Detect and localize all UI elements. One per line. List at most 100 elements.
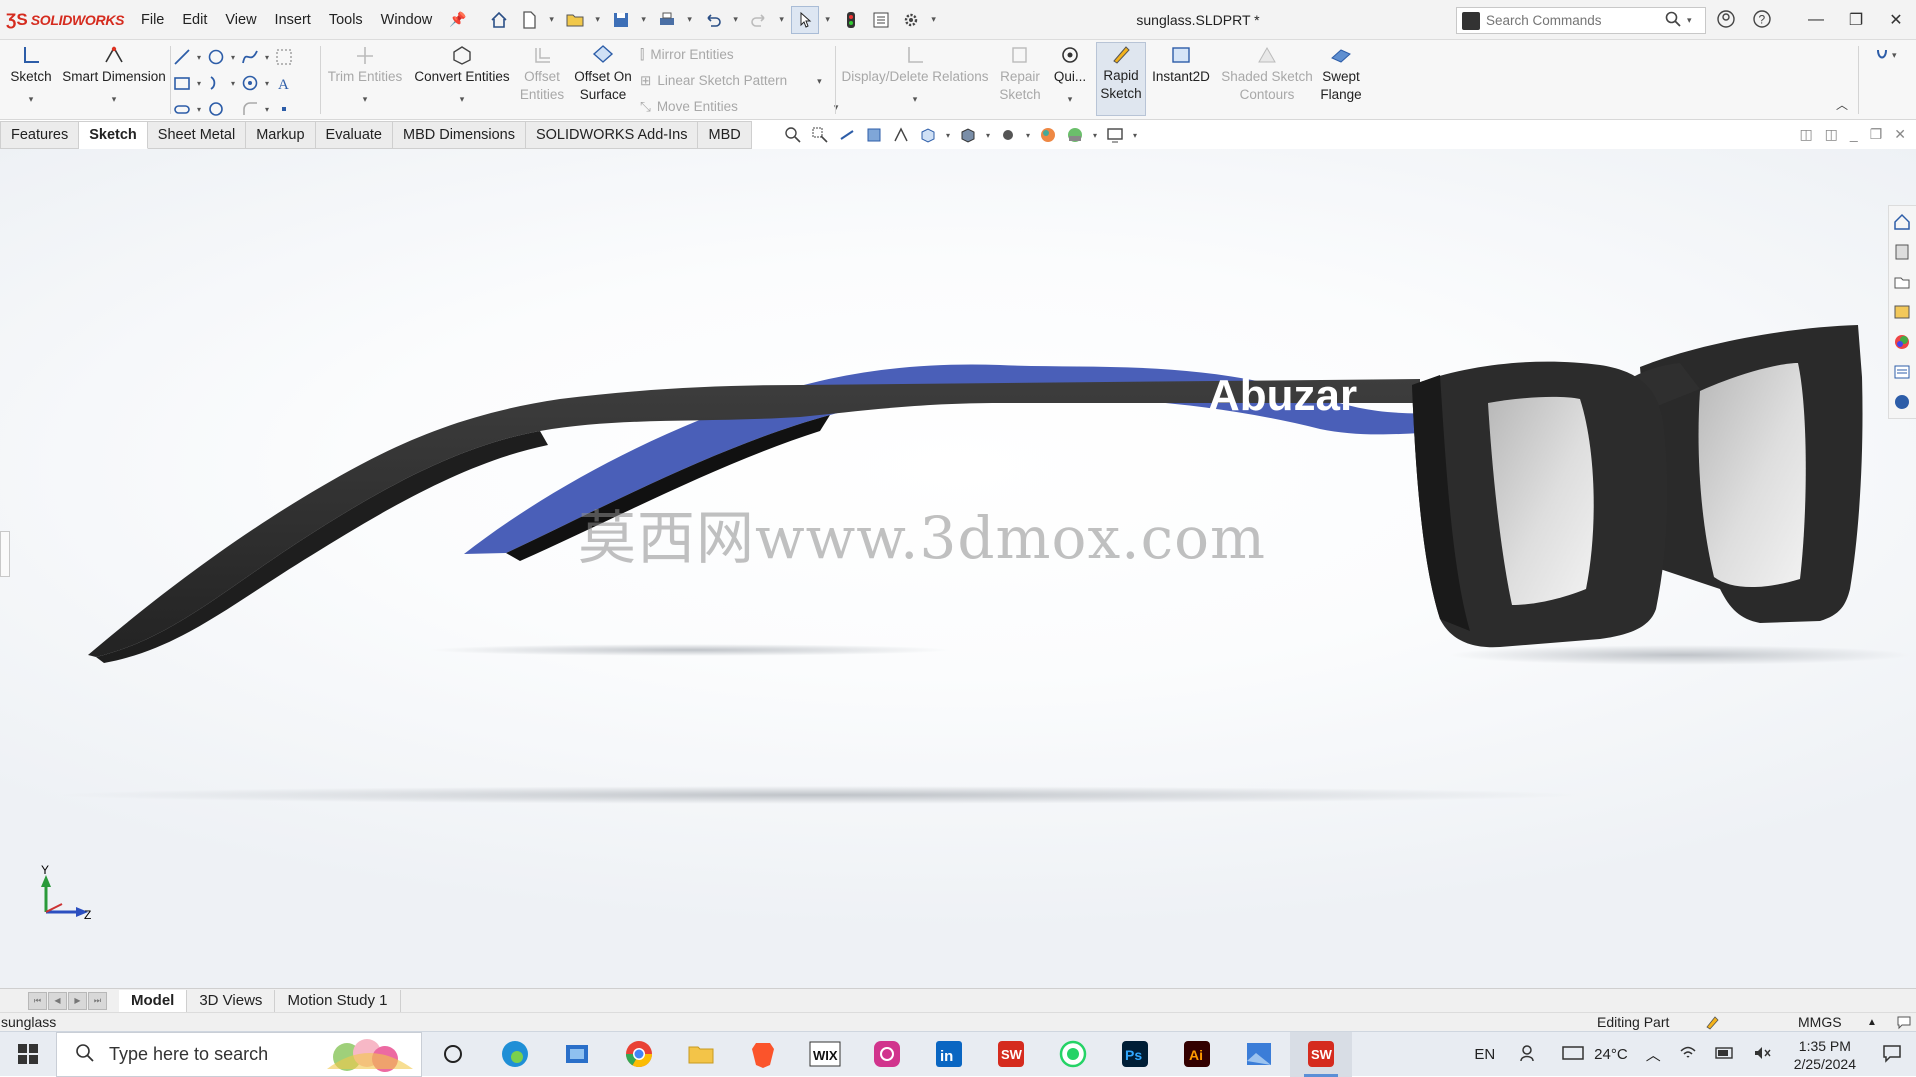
- line-icon[interactable]: [172, 47, 192, 67]
- quick-snaps-button[interactable]: Qui... ▾: [1050, 44, 1090, 108]
- solidworks-2021-active-icon[interactable]: SW: [1290, 1031, 1352, 1077]
- display-style-icon[interactable]: [957, 124, 979, 146]
- tab-evaluate[interactable]: Evaluate: [315, 121, 393, 149]
- search-input[interactable]: [1486, 13, 1661, 28]
- solidworks-forum-icon[interactable]: [1891, 390, 1913, 414]
- doc-tile-right-icon[interactable]: ◫: [1825, 126, 1838, 143]
- smart-dimension-dropdown-icon[interactable]: ▾: [58, 90, 170, 108]
- illustrator-icon[interactable]: Ai: [1166, 1032, 1228, 1077]
- spline-dropdown-icon[interactable]: ▾: [262, 47, 272, 67]
- polygon-dropdown-icon[interactable]: ▾: [262, 73, 272, 93]
- quick-snaps-dropdown-icon[interactable]: ▾: [1050, 90, 1090, 108]
- open-folder-icon[interactable]: [561, 6, 589, 34]
- last-tab-icon[interactable]: ⏭: [88, 991, 107, 1010]
- collapse-ribbon-icon[interactable]: ︿: [1836, 96, 1848, 113]
- polygon-icon[interactable]: [240, 73, 260, 93]
- search-commands[interactable]: ▾: [1456, 7, 1706, 34]
- far-lens[interactable]: [1698, 363, 1806, 588]
- view-orientation-icon[interactable]: [917, 124, 939, 146]
- trim-dropdown-icon[interactable]: ▾: [326, 90, 404, 108]
- solidworks-logo[interactable]: ƷS SOLIDWORKS: [0, 10, 132, 30]
- rapid-sketch-button[interactable]: Rapid Sketch: [1096, 42, 1146, 116]
- move-entities-button[interactable]: ⤡ Move Entities ▾: [640, 94, 838, 120]
- chrome-icon[interactable]: [608, 1032, 670, 1077]
- people-icon[interactable]: [1504, 1043, 1552, 1067]
- custom-properties-icon[interactable]: [1891, 360, 1913, 384]
- file-transfer-icon[interactable]: [546, 1032, 608, 1077]
- minimize-icon[interactable]: —: [1796, 11, 1836, 29]
- sketch-dropdown-icon[interactable]: ▾: [8, 90, 54, 108]
- menu-window[interactable]: Window: [372, 0, 442, 40]
- circle-dropdown-icon[interactable]: ▾: [228, 47, 238, 67]
- section-view-icon[interactable]: [863, 124, 885, 146]
- tab-model[interactable]: Model: [119, 989, 188, 1012]
- new-dropdown-icon[interactable]: ▾: [545, 14, 559, 25]
- search-icon[interactable]: [1665, 11, 1681, 30]
- tab-mbd[interactable]: MBD: [698, 121, 752, 149]
- redo-dropdown-icon[interactable]: ▾: [775, 14, 789, 25]
- doc-close-icon[interactable]: ✕: [1894, 126, 1906, 143]
- pattern-dropdown-icon[interactable]: ▾: [817, 68, 822, 94]
- first-tab-icon[interactable]: ⏮: [28, 991, 47, 1010]
- doc-tile-left-icon[interactable]: ◫: [1799, 126, 1812, 143]
- unit-system[interactable]: MMGS: [1798, 1013, 1842, 1032]
- solidworks-resources-icon[interactable]: [1891, 210, 1913, 234]
- tab-3d-views[interactable]: 3D Views: [187, 989, 276, 1012]
- photos-icon[interactable]: [1228, 1032, 1290, 1077]
- options-dropdown-icon[interactable]: ▾: [927, 14, 941, 25]
- tab-sketch[interactable]: Sketch: [79, 121, 148, 149]
- fillet-dropdown-icon[interactable]: ▾: [262, 99, 272, 119]
- spline-icon[interactable]: [240, 47, 260, 67]
- brave-icon[interactable]: [732, 1032, 794, 1077]
- user-account-icon[interactable]: [1716, 9, 1736, 32]
- help-icon[interactable]: ?: [1752, 9, 1772, 32]
- tab-sheet-metal[interactable]: Sheet Metal: [147, 121, 247, 149]
- touch-mode-icon[interactable]: ▾: [1874, 46, 1904, 67]
- close-icon[interactable]: ✕: [1876, 10, 1916, 30]
- tab-motion-study-1[interactable]: Motion Study 1: [275, 989, 401, 1012]
- instant2d-button[interactable]: Instant2D: [1148, 44, 1214, 86]
- arc-dropdown-icon[interactable]: ▾: [228, 73, 238, 93]
- repair-sketch-button[interactable]: Repair Sketch: [994, 44, 1046, 104]
- sketch-button[interactable]: Sketch ▾: [8, 44, 54, 108]
- save-icon[interactable]: [607, 6, 635, 34]
- undo-dropdown-icon[interactable]: ▾: [729, 14, 743, 25]
- menu-insert[interactable]: Insert: [266, 0, 320, 40]
- select-cursor-icon[interactable]: [790, 5, 819, 34]
- dynamic-annotation-views-icon[interactable]: [890, 124, 912, 146]
- edit-appearance-icon[interactable]: [1037, 124, 1059, 146]
- tab-solidworks-add-ins[interactable]: SOLIDWORKS Add-Ins: [525, 121, 699, 149]
- tab-markup[interactable]: Markup: [246, 121, 316, 149]
- rebuild-icon[interactable]: [837, 6, 865, 34]
- edge-icon[interactable]: [484, 1032, 546, 1077]
- menu-edit[interactable]: Edit: [173, 0, 216, 40]
- whatsapp-icon[interactable]: [1042, 1032, 1104, 1077]
- restore-icon[interactable]: ❐: [1836, 10, 1876, 30]
- fillet-icon[interactable]: [240, 99, 260, 119]
- battery-icon[interactable]: [1706, 1046, 1744, 1064]
- relations-dropdown-icon[interactable]: ▾: [840, 90, 990, 108]
- offset-on-surface-button[interactable]: Offset On Surface: [570, 44, 636, 104]
- photoshop-icon[interactable]: Ps: [1104, 1032, 1166, 1077]
- file-properties-icon[interactable]: [867, 6, 895, 34]
- shaded-sketch-contours-button[interactable]: Shaded Sketch Contours: [1218, 44, 1316, 104]
- units-dropdown-icon[interactable]: ▲: [1867, 1013, 1877, 1032]
- offset-entities-button[interactable]: Offset Entities: [516, 44, 568, 104]
- tab-features[interactable]: Features: [0, 121, 80, 149]
- taskbar-search-box[interactable]: Type here to search: [56, 1031, 422, 1077]
- tab-mbd-dimensions[interactable]: MBD Dimensions: [392, 121, 526, 149]
- point-icon[interactable]: [274, 99, 294, 119]
- next-tab-icon[interactable]: ▶: [68, 991, 87, 1010]
- hide-show-dropdown-icon[interactable]: ▾: [1024, 124, 1032, 146]
- redo-icon[interactable]: [745, 6, 773, 34]
- show-hidden-icons-icon[interactable]: ︿: [1637, 1044, 1670, 1065]
- slot-dropdown-icon[interactable]: ▾: [194, 99, 204, 119]
- start-button[interactable]: [0, 1032, 56, 1077]
- zoom-to-area-icon[interactable]: [809, 124, 831, 146]
- options-gear-icon[interactable]: [897, 6, 925, 34]
- convert-entities-button[interactable]: Convert Entities ▾: [410, 44, 514, 108]
- graphics-area[interactable]: Abuzar Y Z 莫西网www.3dmox.com: [0, 149, 1916, 989]
- rectangle-dropdown-icon[interactable]: ▾: [194, 73, 204, 93]
- display-style-dropdown-icon[interactable]: ▾: [984, 124, 992, 146]
- open-dropdown-icon[interactable]: ▾: [591, 14, 605, 25]
